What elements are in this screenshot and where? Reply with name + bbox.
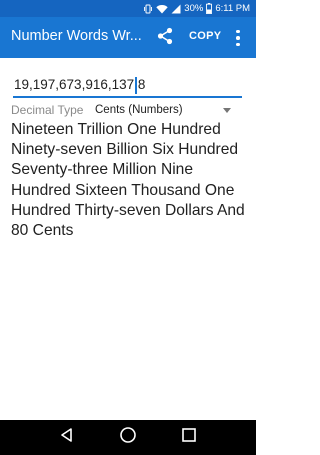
dropdown-arrow-icon[interactable] bbox=[223, 108, 231, 113]
text-cursor bbox=[135, 77, 137, 94]
back-icon bbox=[59, 427, 75, 448]
share-icon bbox=[156, 27, 174, 50]
decimal-type-label: Decimal Type bbox=[11, 103, 84, 117]
battery-icon bbox=[206, 3, 213, 14]
home-button[interactable] bbox=[118, 426, 138, 449]
app-title: Number Words Wr... bbox=[11, 28, 142, 44]
signal-icon bbox=[171, 4, 181, 14]
decimal-type-row: Decimal Type Cents (Numbers) bbox=[11, 103, 242, 119]
status-bar: 30% 6:11 PM bbox=[0, 0, 256, 17]
vibrate-icon bbox=[143, 4, 153, 14]
recents-button[interactable] bbox=[179, 428, 199, 448]
copy-button[interactable]: COPY bbox=[189, 30, 221, 42]
home-icon bbox=[119, 426, 137, 449]
battery-percent: 30% bbox=[184, 3, 204, 14]
wifi-icon bbox=[156, 4, 168, 14]
navigation-bar bbox=[0, 420, 256, 455]
overflow-menu-button[interactable] bbox=[232, 28, 244, 48]
app-bar: Number Words Wr... COPY bbox=[0, 17, 256, 58]
result-text: Nineteen Trillion One Hundred Ninety-sev… bbox=[11, 121, 245, 240]
recents-icon bbox=[181, 427, 197, 448]
number-input[interactable] bbox=[13, 72, 242, 98]
overflow-menu-icon bbox=[236, 29, 240, 34]
status-time: 6:11 PM bbox=[215, 3, 250, 14]
back-button[interactable] bbox=[57, 428, 77, 448]
share-button[interactable] bbox=[154, 27, 176, 49]
decimal-type-dropdown[interactable]: Cents (Numbers) bbox=[95, 104, 183, 116]
